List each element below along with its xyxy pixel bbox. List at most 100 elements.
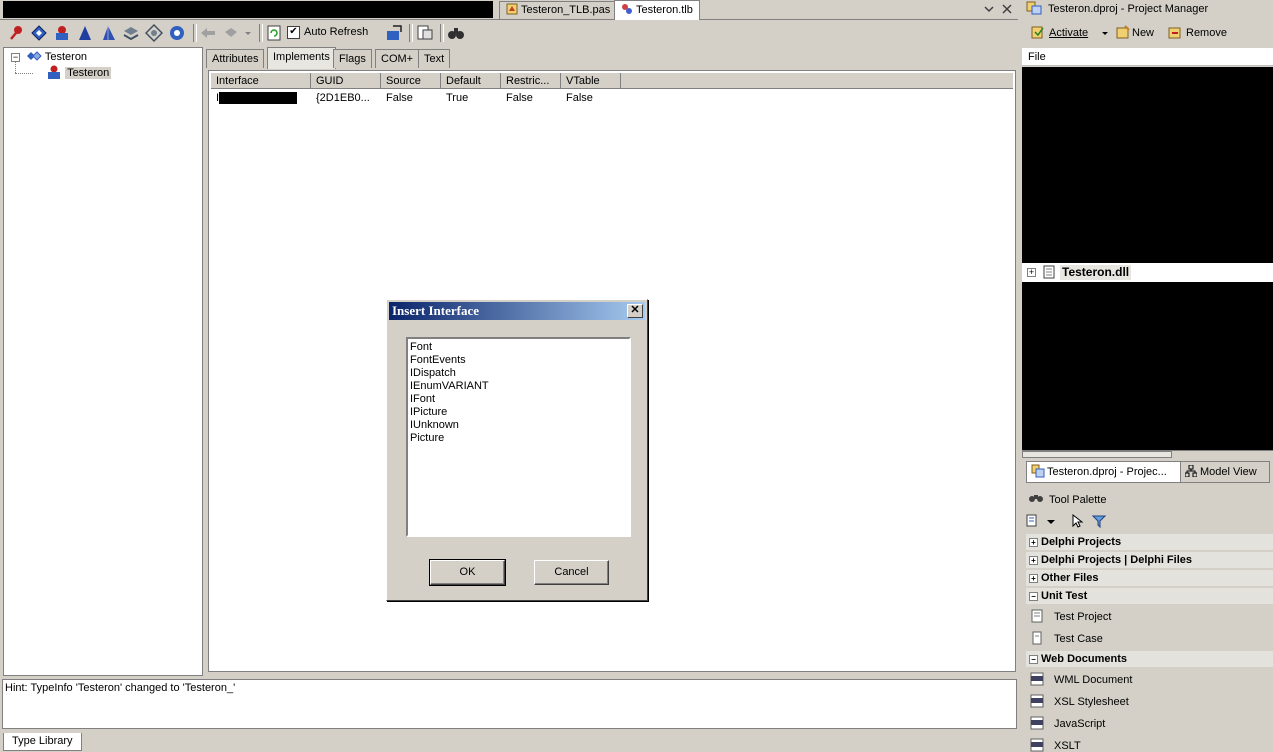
- column-header-vtable[interactable]: VTable: [561, 73, 621, 89]
- categories-icon[interactable]: [1026, 514, 1040, 528]
- redacted-region: [219, 92, 297, 104]
- close-icon[interactable]: [1001, 3, 1013, 15]
- scrollbar-thumb[interactable]: [1022, 451, 1172, 458]
- category-delphi-files[interactable]: + Delphi Projects | Delphi Files: [1026, 552, 1273, 568]
- type-library-icon: [26, 49, 42, 63]
- chevron-down-icon[interactable]: [983, 3, 995, 15]
- model-view-icon: [1184, 464, 1198, 478]
- list-item[interactable]: FontEvents: [410, 354, 466, 367]
- type-library-tree[interactable]: − Testeron Testeron: [3, 47, 203, 676]
- tab-type-library[interactable]: Type Library: [3, 733, 82, 751]
- category-delphi-projects[interactable]: + Delphi Projects: [1026, 534, 1273, 550]
- tree-expand-toggle[interactable]: +: [1027, 268, 1036, 277]
- new-method-icon[interactable]: [199, 24, 217, 42]
- category-web-documents[interactable]: − Web Documents: [1026, 651, 1273, 667]
- cancel-button[interactable]: Cancel: [534, 560, 609, 585]
- cell-restricted: False: [506, 92, 533, 104]
- tool-palette-toolbar: [1022, 511, 1273, 533]
- dialog-title-bar[interactable]: Insert Interface ✕: [389, 302, 645, 320]
- tool-palette-icon: [1028, 492, 1044, 506]
- expand-icon: +: [1029, 574, 1038, 583]
- column-header-file[interactable]: File: [1022, 48, 1273, 66]
- tab-attributes[interactable]: Attributes: [206, 49, 265, 68]
- tree-node-coclass[interactable]: Testeron: [46, 65, 112, 81]
- list-item[interactable]: IEnumVARIANT: [410, 380, 489, 393]
- palette-item-wml-document[interactable]: WML Document: [1030, 670, 1132, 690]
- redacted-region: [1022, 282, 1273, 450]
- tab-com-plus[interactable]: COM+: [375, 49, 420, 68]
- wml-file-icon: [1030, 672, 1044, 686]
- project-node-label: Testeron.dll: [1060, 265, 1132, 280]
- project-manager-toolbar: Activate New Remove: [1020, 21, 1273, 45]
- new-union-icon[interactable]: [144, 23, 164, 43]
- column-header-source[interactable]: Source: [381, 73, 441, 89]
- tab-text[interactable]: Text: [418, 49, 451, 68]
- column-header-interface[interactable]: Interface: [211, 73, 311, 89]
- new-coclass-icon[interactable]: [53, 24, 71, 42]
- auto-refresh-label: Auto Refresh: [304, 26, 369, 38]
- new-property-icon[interactable]: [222, 24, 240, 42]
- palette-item-xsl-stylesheet[interactable]: XSL Stylesheet: [1030, 692, 1129, 712]
- test-project-icon: [1030, 609, 1044, 623]
- cell-interface: I: [216, 92, 220, 104]
- ok-button[interactable]: OK: [429, 559, 506, 586]
- new-dispinterface-icon[interactable]: [30, 24, 48, 42]
- palette-item-test-project[interactable]: Test Project: [1030, 607, 1111, 627]
- new-interface-icon[interactable]: [7, 24, 25, 42]
- export-idl-icon[interactable]: [416, 24, 434, 42]
- category-other-files[interactable]: + Other Files: [1026, 570, 1273, 586]
- filter-icon[interactable]: [1091, 514, 1107, 529]
- cell-guid: {2D1EB0...: [316, 92, 370, 104]
- binoculars-icon[interactable]: [447, 24, 465, 42]
- activate-icon: [1031, 25, 1045, 39]
- register-type-library-icon[interactable]: [385, 24, 403, 42]
- new-enum-icon[interactable]: [76, 24, 94, 42]
- column-header-guid[interactable]: GUID: [311, 73, 381, 89]
- tab-testeron-tlb-pas[interactable]: Testeron_TLB.pas: [499, 1, 618, 19]
- new-record-icon[interactable]: [122, 24, 140, 42]
- list-item[interactable]: Picture: [410, 432, 444, 445]
- dropdown-arrow-icon[interactable]: [243, 24, 253, 42]
- project-icon: [1042, 265, 1056, 279]
- list-item[interactable]: Font: [410, 341, 432, 354]
- dialog-close-button[interactable]: ✕: [627, 304, 643, 318]
- pointer-icon[interactable]: [1070, 513, 1084, 528]
- new-module-icon[interactable]: [168, 24, 186, 42]
- expand-icon: +: [1029, 556, 1038, 565]
- palette-item-xslt[interactable]: XSLT: [1030, 736, 1081, 752]
- tab-testeron-tlb[interactable]: Testeron.tlb: [614, 0, 700, 20]
- insert-interface-dialog: Insert Interface ✕ Font FontEvents IDisp…: [386, 299, 648, 601]
- list-item[interactable]: IFont: [410, 393, 435, 406]
- list-item[interactable]: IUnknown: [410, 419, 459, 432]
- column-header-default[interactable]: Default: [441, 73, 501, 89]
- palette-item-test-case[interactable]: Test Case: [1030, 629, 1103, 649]
- type-library-icon: [621, 3, 633, 15]
- tab-project-manager[interactable]: Testeron.dproj - Projec...: [1026, 461, 1181, 483]
- interface-list[interactable]: Font FontEvents IDispatch IEnumVARIANT I…: [406, 337, 631, 537]
- list-item[interactable]: IDispatch: [410, 367, 456, 380]
- collapse-icon: −: [1029, 655, 1038, 664]
- palette-item-javascript[interactable]: JavaScript: [1030, 714, 1105, 734]
- list-item[interactable]: IPicture: [410, 406, 447, 419]
- messages-pane[interactable]: Hint: TypeInfo 'Testeron' changed to 'Te…: [2, 679, 1017, 729]
- activate-button[interactable]: Activate: [1031, 25, 1088, 41]
- dropdown-arrow-icon[interactable]: [1046, 514, 1056, 528]
- remove-button[interactable]: Remove: [1168, 25, 1227, 41]
- horizontal-scrollbar[interactable]: [1022, 450, 1273, 459]
- activate-dropdown-icon[interactable]: [1101, 25, 1109, 46]
- page-tabs: Attributes Implements Flags COM+ Text: [206, 47, 1016, 69]
- new-alias-icon[interactable]: [99, 24, 117, 42]
- tree-collapse-toggle[interactable]: −: [11, 53, 20, 62]
- new-button[interactable]: New: [1116, 25, 1154, 41]
- tree-node-library[interactable]: Testeron: [26, 49, 87, 65]
- refresh-icon[interactable]: [265, 24, 283, 42]
- tab-model-view[interactable]: Model View: [1180, 461, 1270, 483]
- tab-implements[interactable]: Implements: [267, 47, 336, 69]
- auto-refresh-checkbox[interactable]: ✔: [287, 26, 300, 39]
- editor-tab-strip: Testeron_TLB.pas Testeron.tlb: [0, 0, 1018, 20]
- project-node-row[interactable]: + Testeron.dll: [1022, 263, 1273, 282]
- cell-vtable: False: [566, 92, 593, 104]
- category-unit-test[interactable]: − Unit Test: [1026, 588, 1273, 604]
- tab-flags[interactable]: Flags: [333, 49, 372, 68]
- column-header-restricted[interactable]: Restric...: [501, 73, 561, 89]
